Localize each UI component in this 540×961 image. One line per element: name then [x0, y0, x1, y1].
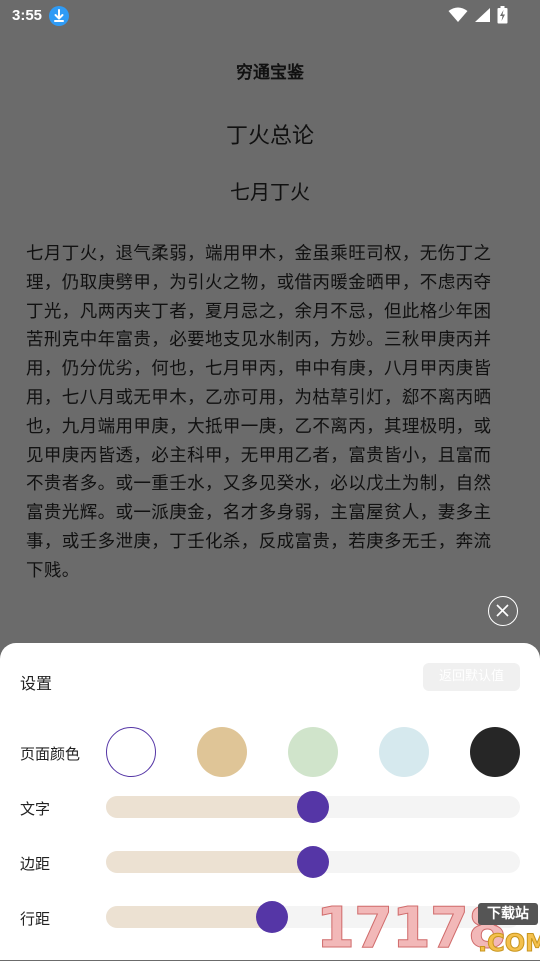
swatch-black[interactable] — [470, 727, 520, 777]
battery-charging-icon — [497, 6, 508, 24]
text-size-label: 文字 — [20, 800, 51, 818]
line-spacing-fill — [106, 906, 272, 928]
page-color-label: 页面颜色 — [20, 745, 81, 763]
site-watermark: 17178 下载站 .COM — [316, 897, 540, 960]
close-settings-button[interactable] — [488, 596, 518, 626]
swatch-green[interactable] — [288, 727, 338, 777]
body-text: 七月丁火，退气柔弱，端用甲木，金虽乘旺司权，无伤丁之理，仍取庚劈甲，为引火之物，… — [26, 244, 492, 581]
download-icon — [49, 6, 69, 26]
signal-icon — [475, 8, 490, 22]
status-icons — [448, 6, 508, 24]
reset-default-button[interactable]: 返回默认值 — [423, 663, 520, 691]
status-time: 3:55 — [12, 7, 43, 24]
swatch-tan[interactable] — [197, 727, 247, 777]
swatch-light-blue[interactable] — [379, 727, 429, 777]
status-bar: 3:55 — [0, 0, 540, 32]
line-spacing-label: 行距 — [20, 910, 51, 928]
watermark-suffix: .COM — [478, 929, 540, 958]
wifi-icon — [448, 7, 468, 22]
margin-fill — [106, 851, 313, 873]
text-size-knob[interactable] — [297, 791, 329, 823]
book-title: 穷通宝鉴 — [236, 63, 304, 83]
watermark-badge: 下载站 — [478, 903, 538, 925]
section-title: 七月丁火 — [230, 180, 310, 204]
line-spacing-knob[interactable] — [255, 901, 288, 933]
chapter-title: 丁火总论 — [225, 124, 314, 149]
margin-knob[interactable] — [297, 846, 329, 878]
text-size-fill — [106, 796, 313, 818]
close-icon — [496, 604, 509, 617]
margin-label: 边距 — [20, 855, 51, 873]
settings-title: 设置 — [20, 674, 53, 693]
swatch-white[interactable] — [106, 727, 156, 777]
